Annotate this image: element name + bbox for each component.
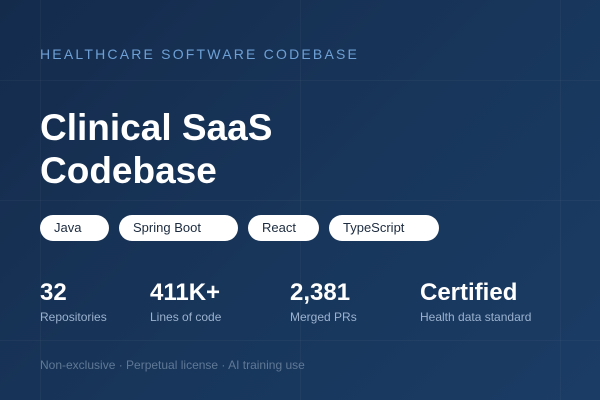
title-line-2: Codebase [40,150,217,191]
grid-line [0,80,600,81]
stat-value: 411K+ [150,279,221,306]
grid-line [0,200,600,201]
tech-tags: Java Spring Boot React TypeScript [40,215,439,241]
stat-label: Merged PRs [290,310,357,324]
grid-line [0,340,600,341]
title-line-1: Clinical SaaS [40,107,273,148]
stat-merged-prs: 2,381 Merged PRs [290,279,357,325]
stat-lines-of-code: 411K+ Lines of code [150,279,221,325]
stat-label: Health data standard [420,310,532,324]
listing-card: HEALTHCARE SOFTWARE CODEBASE Clinical Sa… [0,0,600,400]
tag-spring-boot[interactable]: Spring Boot [119,215,238,241]
page-title: Clinical SaaS Codebase [40,106,272,192]
stat-value: 32 [40,279,67,306]
stat-label: Repositories [40,310,107,324]
stat-value: 2,381 [290,279,351,306]
stat-label: Lines of code [150,310,222,324]
tag-react[interactable]: React [248,215,319,241]
stat-repositories: 32 Repositories [40,279,107,325]
stat-certification: Certified Health data standard [420,279,531,325]
stat-value: Certified [420,279,518,306]
license-footnote: Non-exclusive · Perpetual license · AI t… [40,358,305,372]
tag-typescript[interactable]: TypeScript [329,215,439,241]
tag-java[interactable]: Java [40,215,109,241]
eyebrow-label: HEALTHCARE SOFTWARE CODEBASE [40,46,360,62]
